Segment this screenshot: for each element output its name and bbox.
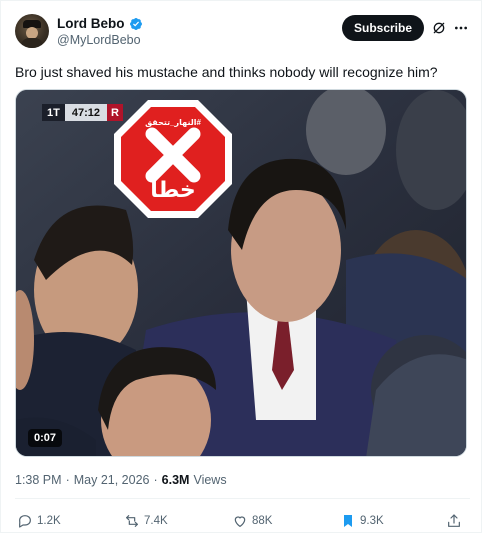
tweet-text: Bro just shaved his mustache and thinks … xyxy=(15,64,438,80)
tweet-date[interactable]: May 21, 2026 xyxy=(74,473,150,487)
author-handle[interactable]: @MyLordBebo xyxy=(57,33,141,47)
heart-icon xyxy=(234,516,246,527)
bookmark-count: 9.3K xyxy=(360,515,384,527)
repost-count: 7.4K xyxy=(144,515,168,527)
verified-badge-icon xyxy=(129,17,142,30)
score-overlay: 1T 47:12 R xyxy=(42,104,123,121)
views-count: 6.3M xyxy=(161,473,190,487)
views-label: Views xyxy=(193,473,227,487)
reply-button[interactable]: 1.2K xyxy=(17,512,61,530)
author-name-row: Lord Bebo xyxy=(57,16,143,31)
share-icon xyxy=(448,514,460,527)
video-player[interactable]: 1T 47:12 R النهار_تتحقق# خطأ 0:07 xyxy=(15,89,467,457)
bookmark-icon xyxy=(344,515,352,527)
tweet-card: Lord Bebo @MyLordBebo Subscribe Bro just… xyxy=(0,0,482,533)
avatar[interactable] xyxy=(15,14,49,48)
bookmark-button[interactable]: 9.3K xyxy=(340,512,384,530)
stamp-verdict: خطأ xyxy=(150,178,196,203)
match-clock: 47:12 xyxy=(64,104,107,121)
repost-icon xyxy=(126,515,138,527)
like-count: 88K xyxy=(252,515,273,527)
video-frame xyxy=(16,90,466,456)
reply-icon xyxy=(19,515,31,528)
grok-icon[interactable] xyxy=(431,20,447,36)
divider xyxy=(15,498,470,499)
tweet-time[interactable]: 1:38 PM xyxy=(15,473,62,487)
repost-button[interactable]: 7.4K xyxy=(124,512,168,530)
reply-count: 1.2K xyxy=(37,515,61,527)
stamp-hashtag: النهار_تتحقق# xyxy=(145,118,201,127)
subscribe-button[interactable]: Subscribe xyxy=(342,15,424,41)
meta-separator-2: · xyxy=(153,473,158,487)
meta-separator: · xyxy=(65,473,70,487)
more-icon[interactable] xyxy=(453,20,469,36)
video-duration: 0:07 xyxy=(28,429,63,447)
like-button[interactable]: 88K xyxy=(232,512,272,530)
author-display-name[interactable]: Lord Bebo xyxy=(57,16,125,31)
match-half: 1T xyxy=(42,104,65,121)
share-button[interactable] xyxy=(446,512,462,530)
tweet-meta: 1:38 PM · May 21, 2026 · 6.3M Views xyxy=(15,473,227,487)
